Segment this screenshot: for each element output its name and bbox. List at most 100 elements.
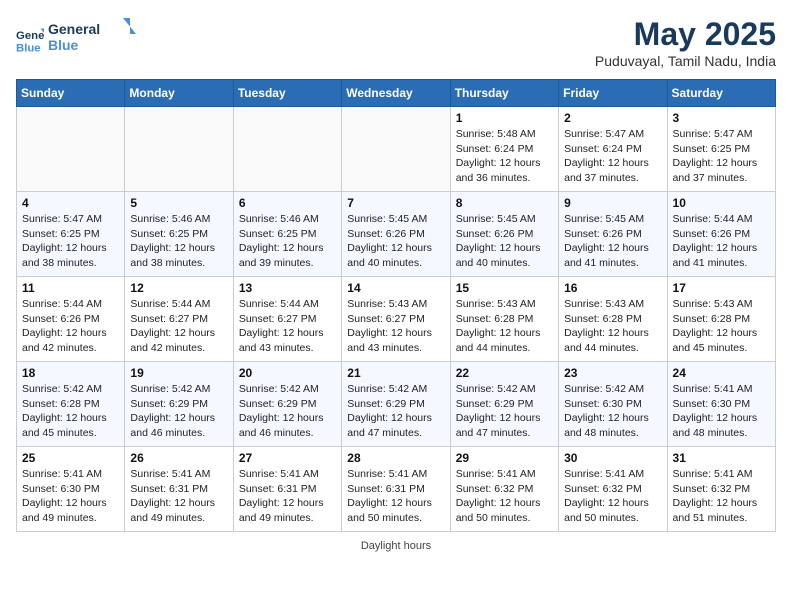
day-number: 3 (673, 111, 770, 125)
day-number: 7 (347, 196, 444, 210)
calendar-week-row: 18 Sunrise: 5:42 AM Sunset: 6:28 PM Dayli… (17, 362, 776, 447)
day-number: 11 (22, 281, 119, 295)
calendar-table: SundayMondayTuesdayWednesdayThursdayFrid… (16, 79, 776, 532)
calendar-cell: 21Sunrise: 5:42 AM Sunset: 6:29 PM Dayli… (342, 362, 450, 447)
footer: Daylight hours (16, 540, 776, 552)
day-info: Sunrise: 5:45 AM Sunset: 6:26 PM Dayligh… (456, 212, 553, 271)
calendar-cell (125, 107, 233, 192)
calendar-cell: 8 Sunrise: 5:45 AM Sunset: 6:26 PM Daylig… (450, 192, 558, 277)
day-info: Sunrise: 5:46 AM Sunset: 6:25 PM Dayligh… (130, 212, 227, 271)
day-info: Sunrise: 5:44 AM Sunset: 6:27 PM Dayligh… (239, 297, 336, 356)
day-number: 8 (456, 196, 553, 210)
calendar-cell: 1Sunrise: 5:48 AM Sunset: 6:24 PM Daylig… (450, 107, 558, 192)
day-number: 5 (130, 196, 227, 210)
day-number: 29 (456, 451, 553, 465)
calendar-day-header: Monday (125, 80, 233, 107)
day-info: Sunrise: 5:42 AM Sunset: 6:30 PM Dayligh… (564, 382, 661, 441)
calendar-cell: 11 Sunrise: 5:44 AM Sunset: 6:26 PM Dayli… (17, 277, 125, 362)
generalblue-logo: General Blue (48, 16, 138, 56)
calendar-cell: 12 Sunrise: 5:44 AM Sunset: 6:27 PM Dayli… (125, 277, 233, 362)
day-info: Sunrise: 5:47 AM Sunset: 6:25 PM Dayligh… (673, 127, 770, 186)
day-info: Sunrise: 5:41 AM Sunset: 6:31 PM Dayligh… (239, 467, 336, 526)
day-number: 22 (456, 366, 553, 380)
day-info: Sunrise: 5:42 AM Sunset: 6:29 PM Dayligh… (130, 382, 227, 441)
day-number: 9 (564, 196, 661, 210)
day-info: Sunrise: 5:41 AM Sunset: 6:32 PM Dayligh… (456, 467, 553, 526)
calendar-cell: 25Sunrise: 5:41 AM Sunset: 6:30 PM Dayli… (17, 447, 125, 532)
calendar-cell: 5 Sunrise: 5:46 AM Sunset: 6:25 PM Daylig… (125, 192, 233, 277)
calendar-day-header: Sunday (17, 80, 125, 107)
calendar-cell: 10 Sunrise: 5:44 AM Sunset: 6:26 PM Dayli… (667, 192, 775, 277)
calendar-cell (17, 107, 125, 192)
day-number: 21 (347, 366, 444, 380)
day-info: Sunrise: 5:43 AM Sunset: 6:28 PM Dayligh… (564, 297, 661, 356)
day-number: 20 (239, 366, 336, 380)
calendar-header-row: SundayMondayTuesdayWednesdayThursdayFrid… (17, 80, 776, 107)
day-info: Sunrise: 5:42 AM Sunset: 6:29 PM Dayligh… (239, 382, 336, 441)
day-number: 26 (130, 451, 227, 465)
day-number: 18 (22, 366, 119, 380)
day-info: Sunrise: 5:43 AM Sunset: 6:28 PM Dayligh… (673, 297, 770, 356)
day-info: Sunrise: 5:45 AM Sunset: 6:26 PM Dayligh… (564, 212, 661, 271)
day-number: 16 (564, 281, 661, 295)
day-number: 30 (564, 451, 661, 465)
day-info: Sunrise: 5:44 AM Sunset: 6:26 PM Dayligh… (22, 297, 119, 356)
calendar-cell: 26 Sunrise: 5:41 AM Sunset: 6:31 PM Dayli… (125, 447, 233, 532)
day-info: Sunrise: 5:41 AM Sunset: 6:31 PM Dayligh… (347, 467, 444, 526)
svg-text:Blue: Blue (16, 42, 41, 53)
svg-text:General: General (48, 21, 100, 37)
day-info: Sunrise: 5:42 AM Sunset: 6:28 PM Dayligh… (22, 382, 119, 441)
calendar-cell: 3 Sunrise: 5:47 AM Sunset: 6:25 PM Daylig… (667, 107, 775, 192)
calendar-cell: 17 Sunrise: 5:43 AM Sunset: 6:28 PM Dayli… (667, 277, 775, 362)
calendar-cell: 9 Sunrise: 5:45 AM Sunset: 6:26 PM Daylig… (559, 192, 667, 277)
day-number: 27 (239, 451, 336, 465)
calendar-cell: 16 Sunrise: 5:43 AM Sunset: 6:28 PM Dayli… (559, 277, 667, 362)
calendar-cell: 13Sunrise: 5:44 AM Sunset: 6:27 PM Dayli… (233, 277, 341, 362)
day-number: 10 (673, 196, 770, 210)
calendar-cell: 31Sunrise: 5:41 AM Sunset: 6:32 PM Dayli… (667, 447, 775, 532)
calendar-cell: 30 Sunrise: 5:41 AM Sunset: 6:32 PM Dayli… (559, 447, 667, 532)
logo: General Blue General Blue (16, 16, 138, 61)
calendar-cell: 2 Sunrise: 5:47 AM Sunset: 6:24 PM Daylig… (559, 107, 667, 192)
svg-text:General: General (16, 30, 44, 42)
day-info: Sunrise: 5:41 AM Sunset: 6:30 PM Dayligh… (673, 382, 770, 441)
day-info: Sunrise: 5:47 AM Sunset: 6:24 PM Dayligh… (564, 127, 661, 186)
day-info: Sunrise: 5:44 AM Sunset: 6:26 PM Dayligh… (673, 212, 770, 271)
calendar-cell: 4Sunrise: 5:47 AM Sunset: 6:25 PM Daylig… (17, 192, 125, 277)
calendar-cell: 15Sunrise: 5:43 AM Sunset: 6:28 PM Dayli… (450, 277, 558, 362)
calendar-cell: 7Sunrise: 5:45 AM Sunset: 6:26 PM Daylig… (342, 192, 450, 277)
day-number: 15 (456, 281, 553, 295)
calendar-cell: 6Sunrise: 5:46 AM Sunset: 6:25 PM Daylig… (233, 192, 341, 277)
day-info: Sunrise: 5:43 AM Sunset: 6:27 PM Dayligh… (347, 297, 444, 356)
day-info: Sunrise: 5:42 AM Sunset: 6:29 PM Dayligh… (456, 382, 553, 441)
day-info: Sunrise: 5:41 AM Sunset: 6:31 PM Dayligh… (130, 467, 227, 526)
calendar-week-row: 4Sunrise: 5:47 AM Sunset: 6:25 PM Daylig… (17, 192, 776, 277)
calendar-day-header: Wednesday (342, 80, 450, 107)
day-number: 24 (673, 366, 770, 380)
calendar-cell: 19Sunrise: 5:42 AM Sunset: 6:29 PM Dayli… (125, 362, 233, 447)
calendar-day-header: Saturday (667, 80, 775, 107)
calendar-day-header: Thursday (450, 80, 558, 107)
day-info: Sunrise: 5:44 AM Sunset: 6:27 PM Dayligh… (130, 297, 227, 356)
calendar-cell: 14Sunrise: 5:43 AM Sunset: 6:27 PM Dayli… (342, 277, 450, 362)
calendar-cell: 28Sunrise: 5:41 AM Sunset: 6:31 PM Dayli… (342, 447, 450, 532)
day-info: Sunrise: 5:41 AM Sunset: 6:30 PM Dayligh… (22, 467, 119, 526)
calendar-cell (233, 107, 341, 192)
calendar-week-row: 25Sunrise: 5:41 AM Sunset: 6:30 PM Dayli… (17, 447, 776, 532)
calendar-week-row: 1Sunrise: 5:48 AM Sunset: 6:24 PM Daylig… (17, 107, 776, 192)
day-number: 12 (130, 281, 227, 295)
calendar-week-row: 11 Sunrise: 5:44 AM Sunset: 6:26 PM Dayli… (17, 277, 776, 362)
calendar-cell: 27 Sunrise: 5:41 AM Sunset: 6:31 PM Dayli… (233, 447, 341, 532)
day-info: Sunrise: 5:41 AM Sunset: 6:32 PM Dayligh… (564, 467, 661, 526)
day-number: 17 (673, 281, 770, 295)
title-block: May 2025 Puduvayal, Tamil Nadu, India (595, 16, 776, 69)
calendar-cell: 18 Sunrise: 5:42 AM Sunset: 6:28 PM Dayli… (17, 362, 125, 447)
day-number: 2 (564, 111, 661, 125)
calendar-cell: 20 Sunrise: 5:42 AM Sunset: 6:29 PM Dayli… (233, 362, 341, 447)
logo-icon: General Blue (16, 25, 44, 53)
location-title: Puduvayal, Tamil Nadu, India (595, 53, 776, 69)
day-number: 1 (456, 111, 553, 125)
day-number: 23 (564, 366, 661, 380)
day-number: 31 (673, 451, 770, 465)
page-header: General Blue General Blue May 2025 Puduv… (16, 16, 776, 69)
